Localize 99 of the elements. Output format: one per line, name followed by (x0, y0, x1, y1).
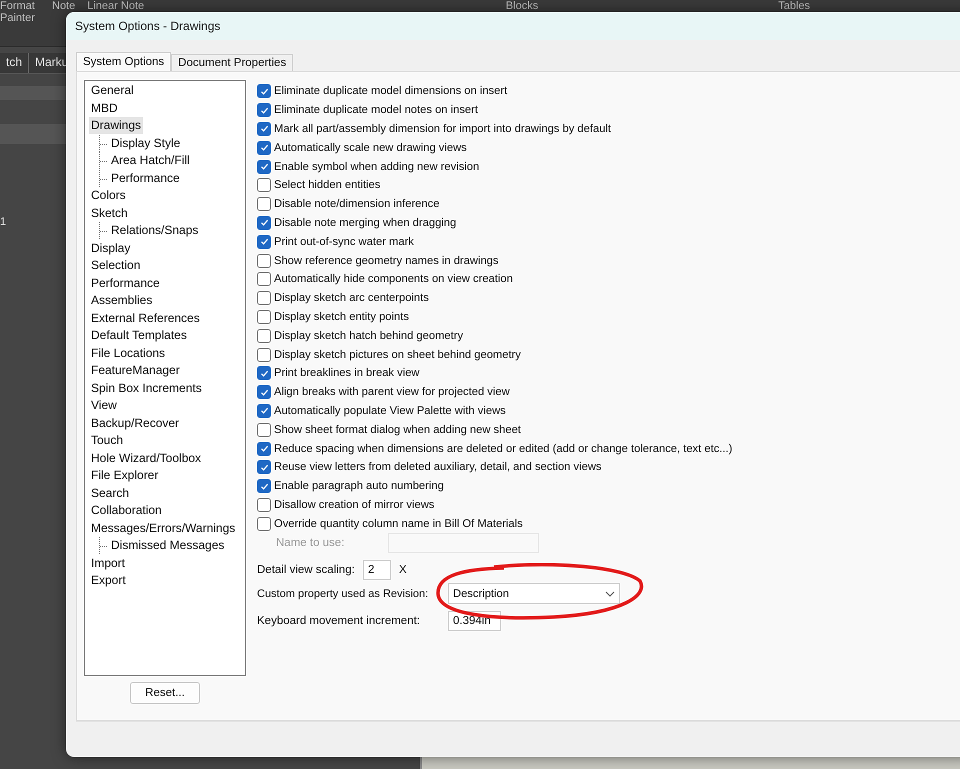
ribbon-label[interactable]: Format Painter (0, 0, 40, 24)
tree-item[interactable]: Messages/Errors/Warnings (89, 520, 238, 537)
checkbox[interactable] (257, 216, 271, 230)
checkbox[interactable] (257, 310, 271, 324)
option-label: Automatically hide components on view creation (274, 273, 513, 286)
option-label: Disable note merging when dragging (274, 216, 456, 229)
tree-item[interactable]: Relations/Snaps (109, 222, 200, 240)
dialog-tab[interactable]: Document Properties (171, 54, 294, 71)
tree-item[interactable]: Display (89, 240, 132, 257)
option-label: Override quantity column name in Bill Of Materials (274, 518, 523, 530)
checkbox[interactable] (257, 366, 271, 380)
field-label: Detail view scaling: (257, 564, 356, 576)
tree-item[interactable]: Selection (89, 257, 142, 274)
tree-item[interactable]: Performance (109, 170, 182, 187)
tree-item[interactable]: Touch (89, 432, 126, 450)
checkbox[interactable] (257, 178, 271, 192)
chevron-down-icon (605, 590, 615, 597)
tree-item[interactable]: Performance (89, 274, 162, 292)
tree-item[interactable]: File Explorer (89, 467, 160, 484)
tree-item[interactable]: FeatureManager (89, 362, 182, 380)
reset-button[interactable]: Reset... (130, 682, 200, 704)
option-label: Display sketch hatch behind geometry (274, 330, 464, 342)
tree-item[interactable]: Spin Box Increments (89, 380, 204, 397)
checkbox[interactable] (257, 498, 271, 512)
checkbox[interactable] (257, 479, 271, 494)
field-label: Keyboard movement increment: (257, 615, 421, 628)
checkbox[interactable] (257, 103, 271, 118)
checkbox[interactable] (257, 197, 271, 212)
option-label: Reduce spacing when dimensions are deleted or edited (add or change tolerance, text etc...) (274, 442, 732, 455)
option-label: Print breaklines in break view (274, 367, 420, 380)
checkbox[interactable] (257, 442, 271, 456)
checkbox[interactable] (257, 84, 271, 98)
tree-item[interactable]: Colors (89, 187, 128, 204)
option-label: Automatically scale new drawing views (274, 142, 467, 154)
option-label: Reuse view letters from deleted auxiliary, detail, and section views (274, 461, 602, 474)
tree-item[interactable]: Collaboration (89, 502, 164, 520)
option-label: Show reference geometry names in drawings (274, 254, 498, 267)
checkbox[interactable] (257, 516, 271, 531)
field-label: Name to use: (275, 537, 346, 550)
field-label: Custom property used as Revision: (257, 588, 430, 600)
app-tab[interactable]: tch (0, 53, 30, 73)
checkbox[interactable] (257, 385, 271, 400)
option-label: Display sketch pictures on sheet behind geometry (274, 348, 521, 361)
option-label: Eliminate duplicate model dimensions on insert (274, 85, 508, 98)
panel-bar (0, 86, 66, 100)
checkbox[interactable] (257, 160, 271, 174)
checkbox[interactable] (257, 272, 271, 286)
tree-item[interactable]: Area Hatch/Fill (109, 152, 192, 170)
option-label: Display sketch entity points (274, 310, 409, 323)
ribbon-label[interactable]: Note (52, 0, 76, 12)
checkbox[interactable] (257, 234, 271, 249)
tree-item[interactable]: View (89, 397, 119, 414)
checkbox[interactable] (257, 254, 271, 268)
window-title: System Options - Drawings (66, 12, 960, 40)
option-label: Show sheet format dialog when adding new sheet (274, 424, 521, 436)
checkbox[interactable] (257, 291, 271, 306)
checkbox[interactable] (257, 422, 271, 437)
option-label: Mark all part/assembly dimension for import into drawings by default (274, 122, 612, 135)
tree-item[interactable]: Display Style (109, 134, 182, 152)
unit-label: X (399, 564, 407, 576)
checkbox[interactable] (257, 122, 271, 136)
dialog-tab[interactable]: System Options (76, 52, 172, 71)
option-label: Print out-of-sync water mark (274, 236, 414, 248)
tree-item[interactable]: General (89, 82, 136, 100)
increment-input-field[interactable]: 0.394in (448, 611, 501, 632)
ribbon-label[interactable]: Blocks (506, 0, 538, 12)
option-label: Align breaks with parent view for projected view (274, 386, 510, 398)
side-text: 1 (0, 216, 8, 228)
tree-item[interactable]: External References (89, 310, 202, 327)
tree-item[interactable]: Drawings (89, 117, 144, 134)
option-label: Enable paragraph auto numbering (274, 480, 444, 492)
scaling-input-field[interactable]: 2 (363, 560, 391, 580)
revision-dropdown[interactable]: Description (448, 583, 620, 604)
ribbon-label[interactable]: Linear Note (87, 0, 144, 12)
tree-item[interactable]: Hole Wizard/Toolbox (89, 450, 204, 467)
tree-item[interactable]: Dismissed Messages (109, 537, 226, 554)
tree-item[interactable]: Export (89, 572, 128, 590)
checkbox[interactable] (257, 460, 271, 474)
checkbox[interactable] (257, 348, 271, 362)
tree-item[interactable]: Import (89, 554, 128, 572)
tree-item[interactable]: Search (89, 484, 132, 502)
option-label: Disallow creation of mirror views (274, 498, 434, 511)
tree-item[interactable]: Default Templates (89, 327, 189, 344)
option-label: Enable symbol when adding new revision (274, 160, 480, 173)
checkbox[interactable] (257, 328, 271, 343)
option-label: Disable note/dimension inference (274, 198, 440, 210)
option-label: Eliminate duplicate model notes on insert (274, 104, 478, 116)
option-label: Automatically populate View Palette with views (274, 404, 506, 417)
checkbox[interactable] (257, 404, 271, 418)
option-label: Select hidden entities (274, 179, 380, 192)
tree-item[interactable]: Assemblies (89, 292, 154, 310)
tree-item[interactable]: Backup/Recover (89, 414, 182, 432)
option-label: Display sketch arc centerpoints (274, 292, 429, 304)
panel-bar (0, 124, 66, 144)
ribbon-label[interactable]: Tables (778, 0, 810, 12)
tree-item[interactable]: Sketch (89, 204, 130, 222)
checkbox[interactable] (257, 140, 271, 155)
tree-item[interactable]: MBD (89, 100, 120, 117)
tree-item[interactable]: File Locations (89, 344, 168, 362)
